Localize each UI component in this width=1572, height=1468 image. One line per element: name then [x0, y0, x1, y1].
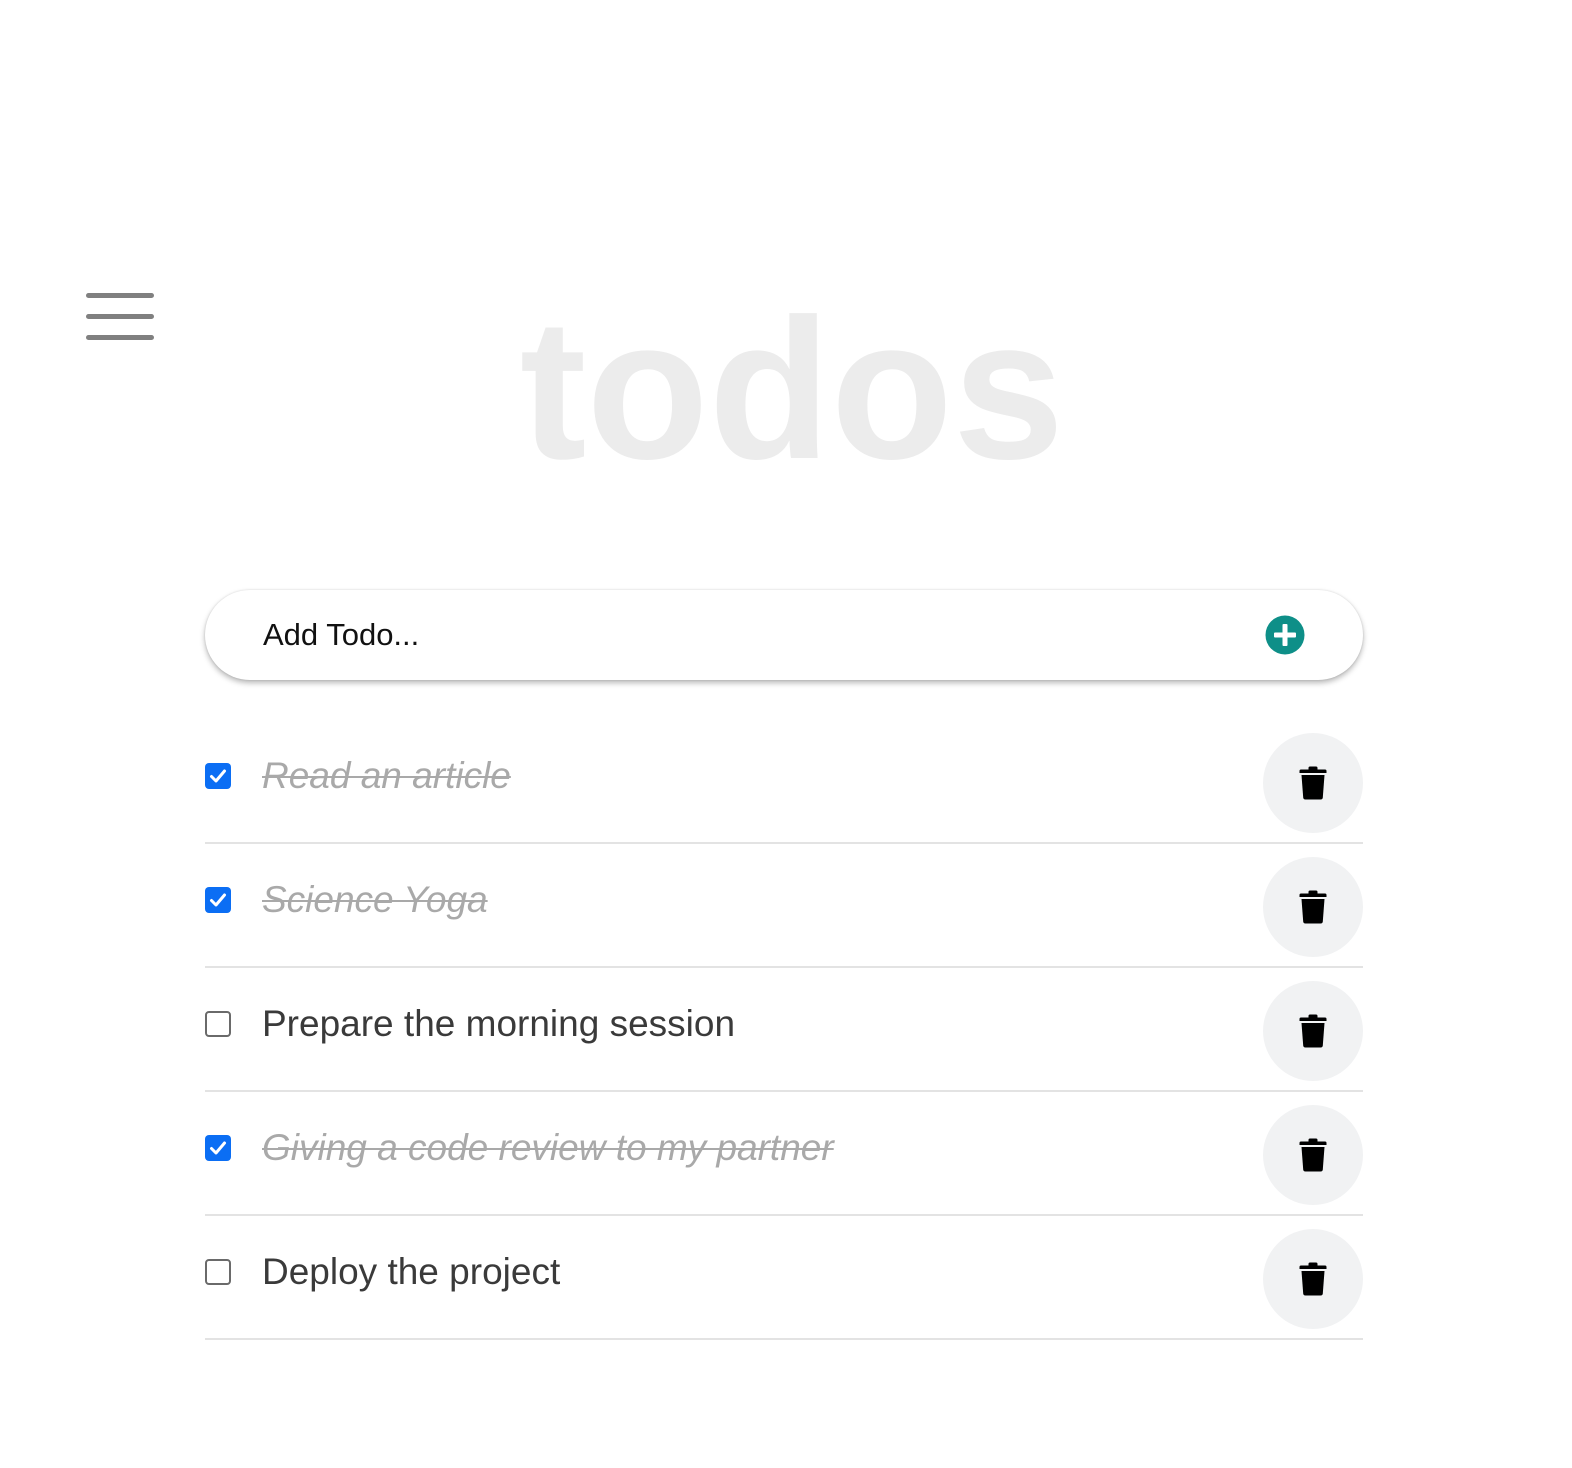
delete-todo-button[interactable]	[1263, 733, 1363, 833]
checkmark-icon	[210, 769, 226, 783]
todo-checkbox[interactable]	[205, 763, 231, 789]
todo-text: Prepare the morning session	[262, 1003, 736, 1044]
todo-text: Deploy the project	[262, 1251, 561, 1292]
delete-todo-button[interactable]	[1263, 981, 1363, 1081]
app-title: todos	[519, 278, 1065, 501]
todo-text: Read an article	[262, 755, 511, 796]
trash-icon	[1299, 890, 1327, 924]
checkmark-icon	[210, 893, 226, 907]
checkmark-icon	[210, 1141, 226, 1155]
todo-item: Science Yoga	[205, 844, 1363, 968]
todo-checkbox[interactable]	[205, 887, 231, 913]
delete-todo-button[interactable]	[1263, 1105, 1363, 1205]
todo-item: Prepare the morning session	[205, 968, 1363, 1092]
todo-item: Deploy the project	[205, 1216, 1363, 1340]
add-todo-button[interactable]	[1264, 614, 1306, 656]
add-todo-bar	[205, 590, 1363, 680]
trash-icon	[1299, 1138, 1327, 1172]
trash-icon	[1299, 766, 1327, 800]
delete-todo-button[interactable]	[1263, 1229, 1363, 1329]
delete-todo-button[interactable]	[1263, 857, 1363, 957]
plus-circle-icon	[1265, 615, 1305, 655]
todo-text: Giving a code review to my partner	[262, 1127, 834, 1168]
todo-item: Giving a code review to my partner	[205, 1092, 1363, 1216]
todo-item: Read an article	[205, 720, 1363, 844]
trash-icon	[1299, 1014, 1327, 1048]
todo-checkbox[interactable]	[205, 1259, 231, 1285]
trash-icon	[1299, 1262, 1327, 1296]
add-todo-input[interactable]	[263, 610, 1243, 660]
todo-checkbox[interactable]	[205, 1135, 231, 1161]
todo-checkbox[interactable]	[205, 1011, 231, 1037]
todo-text: Science Yoga	[262, 879, 488, 920]
todo-list: Read an article Science Yoga Prepare the m…	[205, 720, 1363, 1340]
